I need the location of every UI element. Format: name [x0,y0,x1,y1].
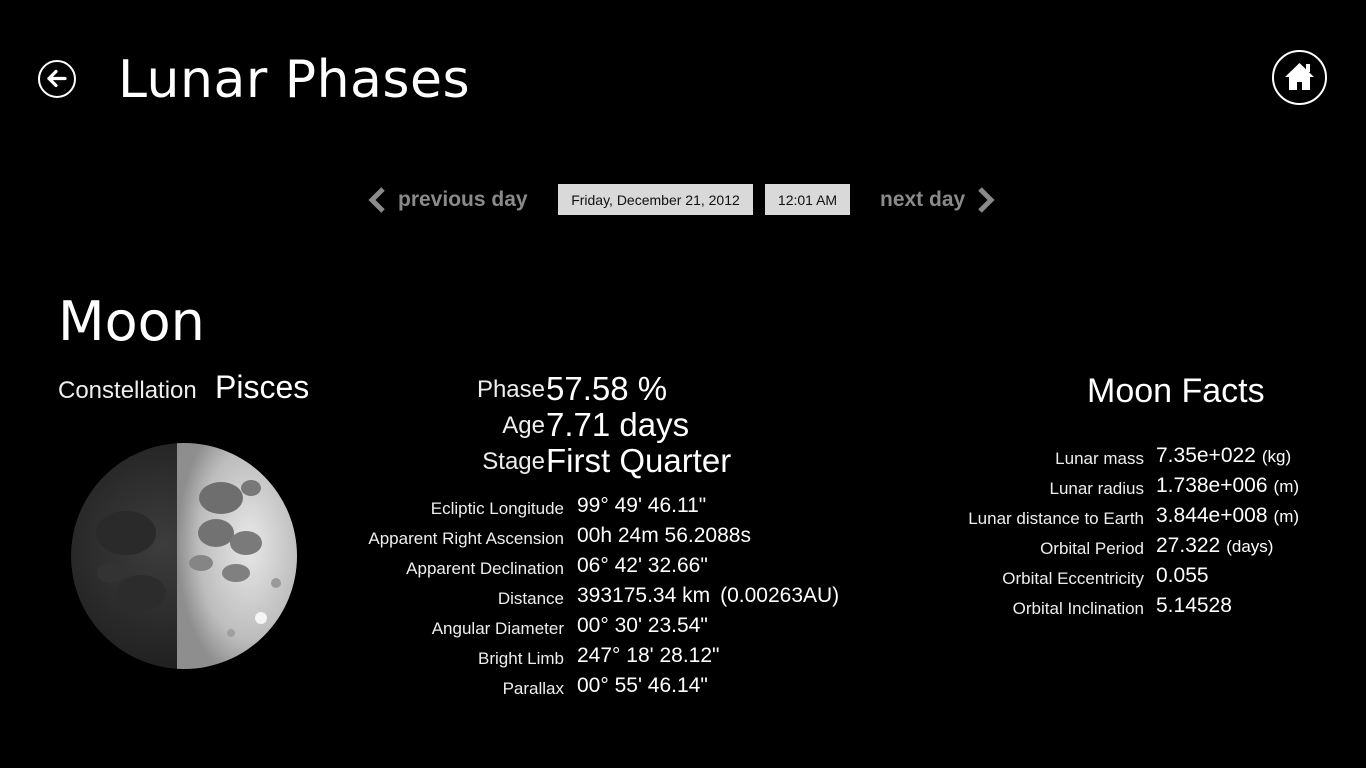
constellation-label: Constellation [58,377,197,404]
detail-label: Angular Diameter [431,619,564,638]
fact-value: 0.055 [1156,564,1209,587]
fact-value: 27.322 [1156,534,1221,557]
detail-label: Apparent Right Ascension [368,529,564,548]
detail-label: Parallax [502,679,564,698]
detail-row: Apparent Right Ascension 00h 24m 56.2088… [300,524,900,554]
home-button[interactable] [1272,50,1327,105]
fact-label: Orbital Inclination [1012,599,1144,618]
moon-phase-image [71,443,297,669]
detail-row: Bright Limb 247° 18' 28.12" [300,644,900,674]
detail-row: Distance 393175.34 km (0.00263AU) [300,584,900,614]
home-icon [1285,63,1314,90]
page-title: Lunar Phases [118,50,471,110]
next-day-button[interactable]: next day [880,184,997,216]
fact-row: Lunar radius 1.738e+006 (m) [940,474,1360,504]
constellation-value: Pisces [215,369,310,405]
phase-row: Phase 57.58 % [340,370,800,408]
detail-value: 06° 42' 32.66" [577,554,708,577]
detail-label: Bright Limb [478,649,564,668]
fact-label: Orbital Eccentricity [1002,569,1144,588]
detail-row: Angular Diameter 00° 30' 23.54" [300,614,900,644]
age-value: 7.71 days [546,406,690,443]
back-arrow-icon [47,69,67,88]
fact-label: Lunar mass [1055,449,1144,468]
detail-label: Ecliptic Longitude [430,499,564,518]
fact-unit: (kg) [1261,447,1292,466]
fact-row: Orbital Eccentricity 0.055 [940,564,1360,594]
phase-value: 57.58 % [546,370,668,407]
fact-row: Lunar distance to Earth 3.844e+008 (m) [940,504,1360,534]
fact-row: Orbital Period 27.322 (days) [940,534,1360,564]
distance-value-group: 393175.34 km (0.00263AU) [577,584,839,608]
fact-label: Lunar radius [1049,479,1144,498]
age-label: Age [502,412,545,439]
time-picker[interactable]: 12:01 AM [765,184,850,215]
chevron-left-icon [368,187,385,213]
fact-value: 3.844e+008 [1156,504,1268,527]
fact-unit: (days) [1226,537,1274,556]
fact-label: Orbital Period [1040,539,1144,558]
moon-facts-heading: Moon Facts [1087,372,1265,410]
fact-label: Lunar distance to Earth [968,509,1144,528]
next-day-label: next day [880,188,966,211]
stage-row: Stage First Quarter [340,442,800,480]
detail-row: Ecliptic Longitude 99° 49' 46.11" [300,494,900,524]
fact-value: 7.35e+022 [1156,444,1256,467]
detail-label: Apparent Declination [406,559,564,578]
fact-unit: (m) [1273,507,1300,526]
back-button[interactable] [38,60,76,98]
detail-value: 247° 18' 28.12" [577,644,720,667]
previous-day-label: previous day [398,188,528,211]
moon-heading: Moon [58,290,205,353]
date-picker[interactable]: Friday, December 21, 2012 [558,184,753,215]
detail-label: Distance [497,589,564,608]
fact-value: 1.738e+006 [1156,474,1268,497]
detail-value: 393175.34 km [577,584,711,607]
detail-value: 00h 24m 56.2088s [577,524,751,547]
detail-row: Parallax 00° 55' 46.14" [300,674,900,704]
detail-value: 00° 55' 46.14" [577,674,708,697]
phase-label: Phase [476,376,545,403]
fact-row: Lunar mass 7.35e+022 (kg) [940,444,1360,474]
stage-label: Stage [482,448,545,475]
previous-day-button[interactable]: previous day [366,184,528,216]
fact-value: 5.14528 [1156,594,1232,617]
detail-value: 00° 30' 23.54" [577,614,708,637]
stage-value: First Quarter [546,442,732,479]
fact-unit: (m) [1273,477,1300,496]
detail-row: Apparent Declination 06° 42' 32.66" [300,554,900,584]
distance-au-value: (0.00263AU) [720,584,840,607]
fact-row: Orbital Inclination 5.14528 [940,594,1360,624]
chevron-right-icon [978,187,995,213]
age-row: Age 7.71 days [340,406,800,444]
detail-value: 99° 49' 46.11" [577,494,707,517]
